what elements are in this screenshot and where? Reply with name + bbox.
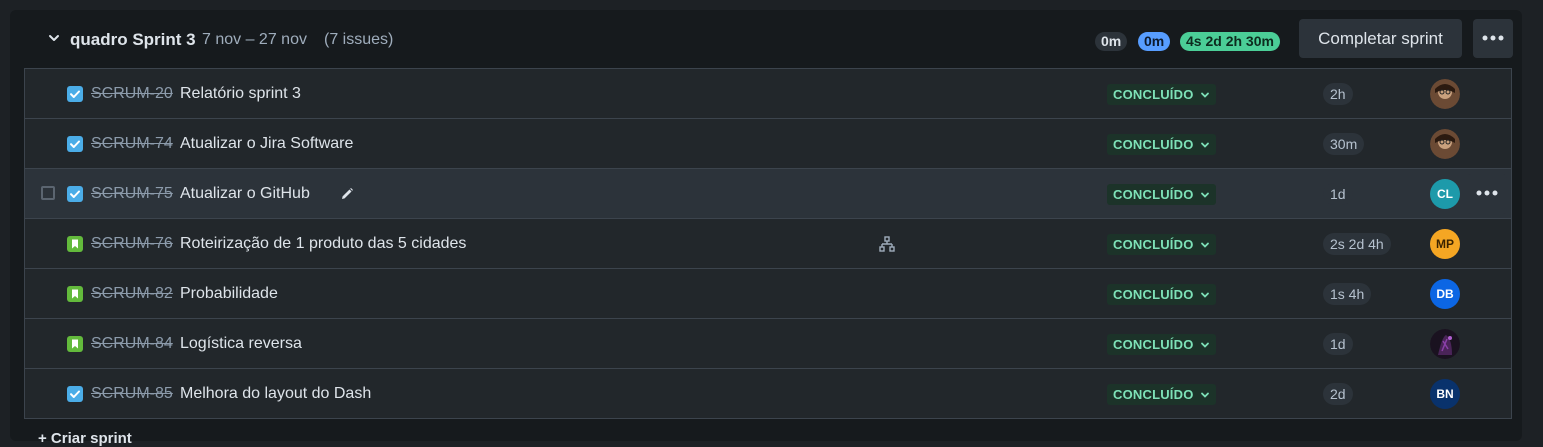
- task-icon: [67, 136, 83, 152]
- status-dropdown[interactable]: CONCLUÍDO: [1107, 284, 1216, 305]
- chevron-down-icon: [1200, 392, 1209, 398]
- issue-row[interactable]: SCRUM-74 Atualizar o Jira Software CONCL…: [25, 119, 1511, 169]
- issue-key[interactable]: SCRUM-85: [91, 385, 173, 403]
- issue-row[interactable]: SCRUM-85 Melhora do layout do Dash CONCL…: [25, 369, 1511, 419]
- avatar[interactable]: [1430, 129, 1460, 159]
- sprint-more-button[interactable]: [1473, 19, 1513, 58]
- status-label: CONCLUÍDO: [1113, 237, 1194, 252]
- status-dropdown[interactable]: CONCLUÍDO: [1107, 234, 1216, 255]
- child-issues-icon[interactable]: [879, 236, 895, 252]
- issue-row[interactable]: SCRUM-84 Logística reversa CONCLUÍDO 1d: [25, 319, 1511, 369]
- issue-summary[interactable]: Logística reversa: [180, 335, 302, 353]
- status-dropdown[interactable]: CONCLUÍDO: [1107, 84, 1216, 105]
- more-horizontal-icon: [1476, 190, 1498, 196]
- issue-summary[interactable]: Atualizar o Jira Software: [180, 135, 353, 153]
- issue-key[interactable]: SCRUM-74: [91, 135, 173, 153]
- avatar[interactable]: CL: [1430, 179, 1460, 209]
- story-icon: [67, 236, 83, 252]
- issue-summary[interactable]: Probabilidade: [180, 285, 278, 303]
- issue-row[interactable]: SCRUM-75 Atualizar o GitHub CONCLUÍDO 1d…: [25, 169, 1511, 219]
- sprint-issue-count: (7 issues): [324, 31, 394, 48]
- issue-row[interactable]: SCRUM-20 Relatório sprint 3 CONCLUÍDO 2h: [25, 69, 1511, 119]
- issue-summary[interactable]: Roteirização de 1 produto das 5 cidades: [180, 235, 466, 253]
- issue-summary[interactable]: Melhora do layout do Dash: [180, 385, 371, 403]
- issue-row[interactable]: SCRUM-82 Probabilidade CONCLUÍDO 1s 4h D…: [25, 269, 1511, 319]
- chevron-down-icon[interactable]: [46, 30, 62, 46]
- issue-row[interactable]: SCRUM-76 Roteirização de 1 produto das 5…: [25, 219, 1511, 269]
- status-label: CONCLUÍDO: [1113, 137, 1194, 152]
- status-dropdown[interactable]: CONCLUÍDO: [1107, 134, 1216, 155]
- sprint-name: quadro Sprint 3: [70, 30, 196, 49]
- status-label: CONCLUÍDO: [1113, 87, 1194, 102]
- status-label: CONCLUÍDO: [1113, 287, 1194, 302]
- task-icon: [67, 386, 83, 402]
- story-points-estimate[interactable]: 2d: [1323, 383, 1353, 405]
- story-points-estimate[interactable]: 1s 4h: [1323, 283, 1372, 305]
- chevron-down-icon: [1200, 242, 1209, 248]
- status-label: CONCLUÍDO: [1113, 387, 1194, 402]
- avatar[interactable]: MP: [1430, 229, 1460, 259]
- status-dropdown[interactable]: CONCLUÍDO: [1107, 334, 1216, 355]
- issue-summary[interactable]: Atualizar o GitHub: [180, 185, 310, 203]
- issue-list: SCRUM-20 Relatório sprint 3 CONCLUÍDO 2h…: [24, 68, 1512, 419]
- create-sprint-button[interactable]: + Criar sprint: [38, 430, 132, 447]
- issue-key[interactable]: SCRUM-76: [91, 235, 173, 253]
- chevron-down-icon: [1200, 292, 1209, 298]
- issue-key[interactable]: SCRUM-20: [91, 85, 173, 103]
- story-points-estimate[interactable]: 30m: [1323, 133, 1365, 155]
- avatar[interactable]: BN: [1430, 379, 1460, 409]
- status-label: CONCLUÍDO: [1113, 337, 1194, 352]
- chevron-down-icon: [1200, 342, 1209, 348]
- story-points-estimate[interactable]: 1d: [1323, 183, 1353, 205]
- todo-estimate-badge: 0m: [1095, 32, 1128, 51]
- task-icon: [67, 186, 83, 202]
- issue-summary[interactable]: Relatório sprint 3: [180, 85, 301, 103]
- avatar[interactable]: [1430, 79, 1460, 109]
- issue-key[interactable]: SCRUM-82: [91, 285, 173, 303]
- complete-sprint-button[interactable]: Completar sprint: [1299, 19, 1462, 58]
- story-icon: [67, 336, 83, 352]
- avatar[interactable]: [1430, 329, 1460, 359]
- issue-key[interactable]: SCRUM-84: [91, 335, 173, 353]
- sprint-header: quadro Sprint 3 7 nov – 27 nov (7 issues…: [10, 10, 1522, 68]
- avatar[interactable]: DB: [1430, 279, 1460, 309]
- sprint-dates: 7 nov – 27 nov: [202, 31, 307, 48]
- story-points-estimate[interactable]: 2s 2d 4h: [1323, 233, 1391, 255]
- more-horizontal-icon: [1482, 35, 1504, 41]
- in-progress-estimate-badge: 0m: [1138, 32, 1171, 51]
- status-label: CONCLUÍDO: [1113, 187, 1194, 202]
- story-points-estimate[interactable]: 2h: [1323, 83, 1353, 105]
- status-dropdown[interactable]: CONCLUÍDO: [1107, 384, 1216, 405]
- story-points-estimate[interactable]: 1d: [1323, 333, 1353, 355]
- row-more-button[interactable]: [1467, 174, 1507, 214]
- chevron-down-icon: [1200, 192, 1209, 198]
- chevron-down-icon: [1200, 142, 1209, 148]
- pencil-icon[interactable]: [339, 186, 355, 202]
- status-dropdown[interactable]: CONCLUÍDO: [1107, 184, 1216, 205]
- task-icon: [67, 86, 83, 102]
- done-estimate-badge: 4s 2d 2h 30m: [1180, 32, 1280, 51]
- story-icon: [67, 286, 83, 302]
- chevron-down-icon: [1200, 92, 1209, 98]
- row-select-checkbox[interactable]: [41, 186, 55, 200]
- issue-key[interactable]: SCRUM-75: [91, 185, 173, 203]
